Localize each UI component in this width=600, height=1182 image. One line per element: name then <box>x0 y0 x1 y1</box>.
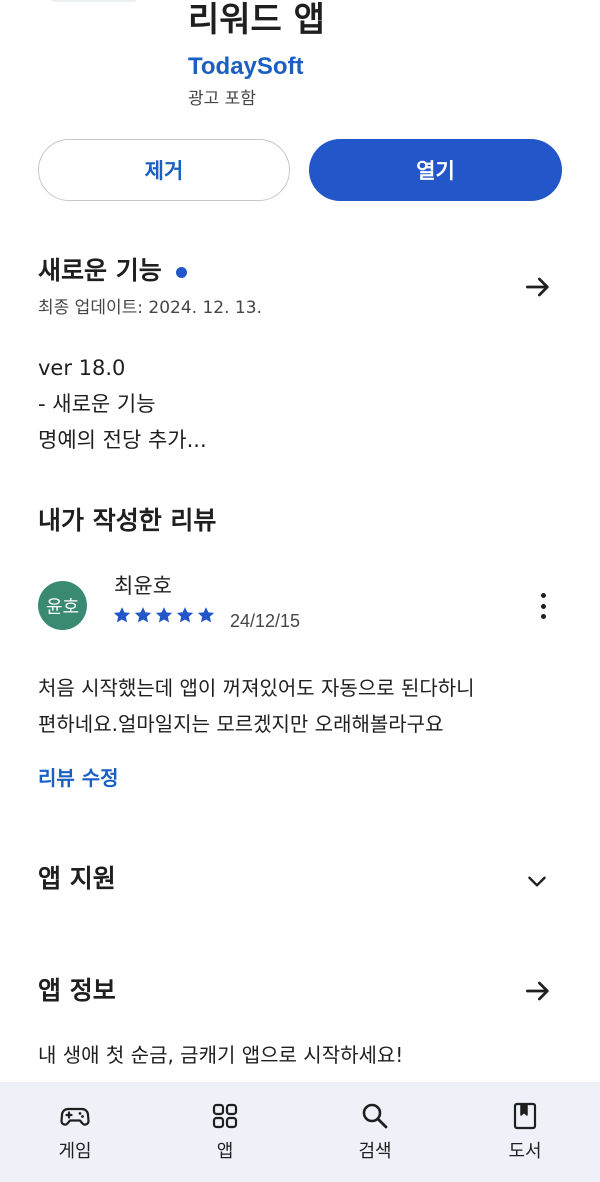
release-note-line: 명예의 전당 추가... <box>38 428 207 452</box>
app-info-description: 내 생애 첫 순금, 금캐기 앱으로 시작하세요! <box>38 1043 404 1067</box>
arrow-right-icon[interactable] <box>522 975 554 1007</box>
star-icon <box>134 607 152 623</box>
whats-new-title: 새로운 기능 <box>38 256 162 285</box>
release-notes: ver 18.0 - 새로운 기능 명예의 전당 추가... <box>38 350 207 458</box>
release-note-line: - 새로운 기능 <box>38 392 156 416</box>
new-indicator-dot <box>175 266 187 278</box>
nav-label: 도서 <box>508 1141 542 1162</box>
review-date: 24/12/15 <box>230 611 301 631</box>
star-icon <box>155 607 173 623</box>
app-icon <box>48 0 140 2</box>
nav-item-search[interactable]: 검색 <box>300 1082 450 1182</box>
nav-label: 앱 <box>216 1141 234 1162</box>
chevron-down-icon[interactable] <box>524 868 550 894</box>
nav-item-books[interactable]: 도서 <box>450 1082 600 1182</box>
last-updated: 최종 업데이트: 2024. 12. 13. <box>38 298 262 318</box>
star-rating <box>112 605 216 625</box>
developer-link[interactable]: TodaySoft <box>188 52 304 82</box>
review-text-line: 처음 시작했는데 앱이 꺼져있어도 자동으로 된다하니 <box>38 676 475 700</box>
review-text: 처음 시작했는데 앱이 꺼져있어도 자동으로 된다하니 편하네요.얼마일지는 모… <box>38 670 568 742</box>
app-support-title[interactable]: 앱 지원 <box>38 863 116 895</box>
nav-item-apps[interactable]: 앱 <box>150 1082 300 1182</box>
arrow-right-icon[interactable] <box>522 271 554 303</box>
search-icon <box>362 1103 388 1129</box>
edit-review-button[interactable]: 리뷰 수정 <box>38 763 119 793</box>
apps-grid-icon <box>212 1103 238 1129</box>
my-review-title: 내가 작성한 리뷰 <box>38 506 217 535</box>
nav-item-games[interactable]: 게임 <box>0 1082 150 1182</box>
avatar: 윤호 <box>38 581 87 630</box>
open-button[interactable]: 열기 <box>309 139 562 201</box>
review-text-line: 편하네요.얼마일지는 모르겠지만 오래해볼라구요 <box>38 712 444 736</box>
star-icon <box>176 607 194 623</box>
app-info-title[interactable]: 앱 정보 <box>38 975 116 1007</box>
whats-new-header[interactable]: 새로운 기능 <box>38 255 187 287</box>
star-icon <box>113 607 131 623</box>
app-title: 리워드 앱 <box>188 0 325 40</box>
more-options-icon[interactable] <box>533 590 553 622</box>
uninstall-button[interactable]: 제거 <box>38 139 290 201</box>
nav-label: 검색 <box>358 1141 392 1162</box>
star-icon <box>197 607 215 623</box>
ads-note: 광고 포함 <box>188 89 256 109</box>
book-icon <box>513 1102 537 1130</box>
bottom-nav: 게임 앱 검색 도서 <box>0 1082 600 1182</box>
release-note-line: ver 18.0 <box>38 356 126 380</box>
gamepad-icon <box>60 1107 90 1126</box>
reviewer-name: 최윤호 <box>114 574 172 598</box>
nav-label: 게임 <box>58 1141 92 1162</box>
